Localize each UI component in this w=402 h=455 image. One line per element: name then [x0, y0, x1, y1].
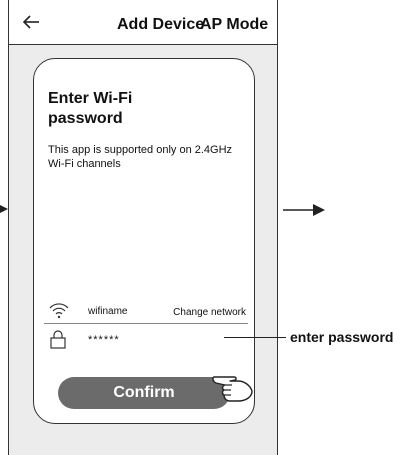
page-title: Add Device	[117, 16, 205, 33]
wifi-network-name: wifiname	[88, 306, 128, 317]
arrow-left-icon	[22, 15, 39, 29]
password-row	[44, 329, 248, 351]
arrow-right-icon	[283, 204, 325, 216]
pointing-hand-icon	[212, 376, 253, 402]
mode-label: AP Mode	[200, 16, 269, 33]
arrow-right-icon	[0, 205, 8, 213]
enter-password-annotation: enter password	[290, 329, 394, 345]
password-input[interactable]	[84, 331, 242, 349]
back-button[interactable]	[19, 10, 43, 34]
wifi-password-card: Enter Wi-Fi password This app is support…	[33, 58, 255, 424]
confirm-button[interactable]: Confirm	[58, 377, 230, 409]
lock-icon	[50, 330, 66, 349]
compatibility-note: This app is supported only on 2.4GHz Wi-…	[48, 144, 233, 170]
wifi-network-row: wifiname Change network	[44, 301, 248, 324]
card-heading: Enter Wi-Fi password	[48, 90, 133, 127]
annotation-leader-line	[224, 337, 286, 338]
phone-screen: Add Device Enter Wi-Fi password This app…	[8, 0, 278, 455]
wifi-icon	[49, 303, 69, 319]
change-network-link[interactable]: Change network	[173, 307, 246, 318]
